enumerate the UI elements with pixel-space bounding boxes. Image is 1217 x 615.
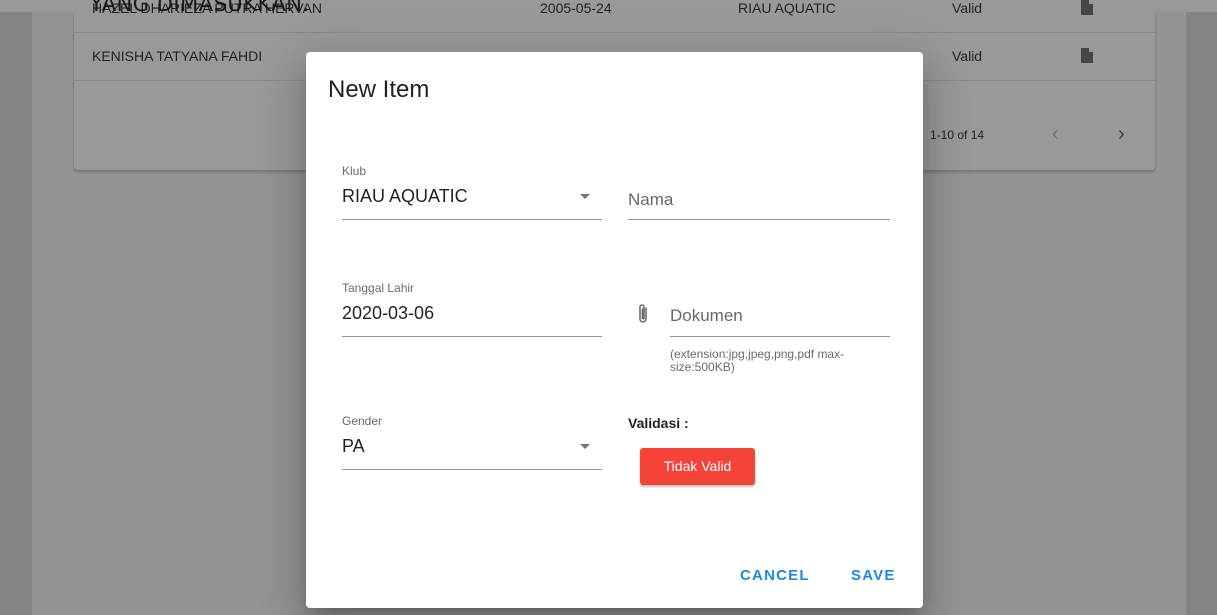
nama-placeholder: Nama [628, 190, 674, 209]
gender-value: PA [342, 436, 365, 456]
gender-label: Gender [342, 414, 383, 428]
tanggal-lahir-value: 2020-03-06 [342, 303, 435, 323]
dokumen-placeholder: Dokumen [670, 306, 743, 325]
field-underline [342, 219, 602, 220]
field-underline [670, 336, 890, 337]
field-underline [342, 469, 602, 470]
save-button[interactable]: SAVE [851, 567, 896, 584]
dialog-title: New Item [328, 76, 430, 103]
cancel-button[interactable]: CANCEL [740, 567, 810, 584]
frame-edge-left [0, 12, 32, 615]
frame-edge-right [1186, 12, 1217, 615]
klub-value: RIAU AQUATIC [342, 186, 468, 206]
new-item-dialog: New Item Klub RIAU AQUATIC Nama Tanggal … [306, 52, 923, 608]
caret-down-icon[interactable] [580, 444, 590, 449]
paperclip-icon[interactable] [636, 302, 650, 326]
field-underline [628, 219, 890, 220]
field-underline [342, 336, 602, 337]
dialog-actions: CANCEL SAVE [306, 557, 923, 597]
status-badge: Tidak Valid [640, 448, 755, 485]
caret-down-icon[interactable] [580, 194, 590, 199]
validasi-label: Validasi : [628, 415, 689, 431]
tanggal-lahir-label: Tanggal Lahir [342, 281, 415, 295]
klub-label: Klub [342, 164, 367, 178]
dokumen-hint: (extension:jpg,jpeg,png,pdf max-size:500… [670, 347, 845, 374]
